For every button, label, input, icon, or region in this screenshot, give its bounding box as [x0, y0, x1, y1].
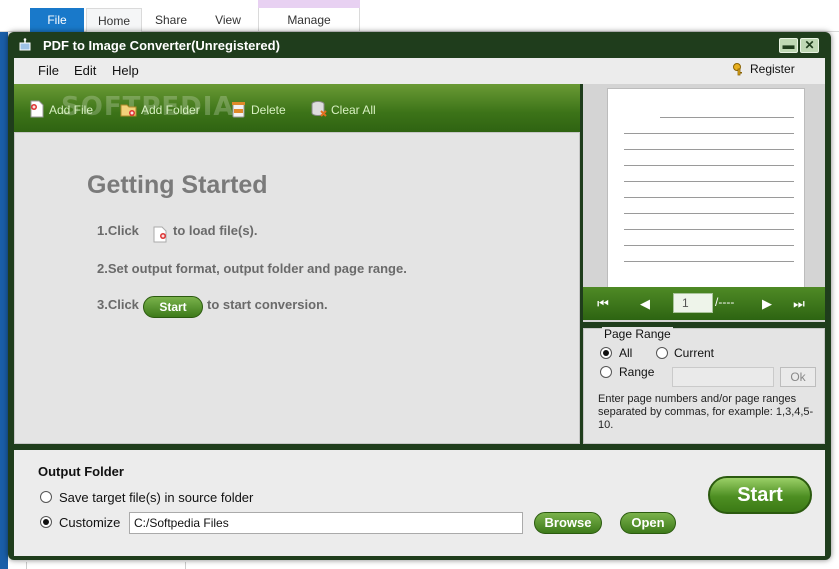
step1-prefix: 1.Click: [97, 223, 139, 238]
range-input[interactable]: [672, 367, 774, 387]
ribbon-tab-view[interactable]: View: [200, 8, 256, 32]
next-page-icon[interactable]: ▶: [759, 296, 775, 312]
start-button[interactable]: Start: [708, 476, 812, 514]
preview-line: [624, 149, 794, 150]
previous-page-icon[interactable]: ◀: [637, 296, 653, 312]
output-folder-section: Output Folder Save target file(s) in sou…: [14, 450, 825, 556]
delete-icon: [232, 102, 245, 118]
first-page-icon[interactable]: ⏮: [595, 296, 611, 312]
preview-line: [624, 181, 794, 182]
ribbon-tab-manage[interactable]: Manage: [258, 8, 360, 32]
window-title: PDF to Image Converter(Unregistered): [43, 38, 280, 53]
range-custom-label[interactable]: Range: [619, 365, 654, 379]
delete-button[interactable]: Delete: [230, 100, 286, 118]
page-number-input[interactable]: 1: [673, 293, 713, 313]
start-hint-button: Start: [143, 296, 203, 318]
app-icon: [19, 38, 31, 51]
step3-suffix: to start conversion.: [207, 297, 328, 312]
preview-line: [624, 133, 794, 134]
preview-line: [660, 117, 794, 118]
step2-text: 2.Set output format, output folder and p…: [97, 261, 407, 276]
range-all-label[interactable]: All: [619, 346, 632, 360]
preview-line: [624, 261, 794, 262]
key-icon: [733, 63, 742, 76]
preview-line: [624, 245, 794, 246]
add-file-label: Add File: [49, 103, 94, 117]
title-bar[interactable]: PDF to Image Converter(Unregistered) ▬ ✕: [8, 32, 831, 58]
output-path-input[interactable]: C:/Softpedia Files: [129, 512, 523, 534]
minimize-button[interactable]: ▬: [779, 38, 798, 53]
preview-line: [624, 213, 794, 214]
register-link[interactable]: Register: [732, 62, 795, 76]
preview-line: [624, 229, 794, 230]
add-folder-icon: [120, 104, 137, 117]
register-label: Register: [750, 62, 795, 76]
ribbon-tab-file[interactable]: File: [30, 8, 84, 32]
browse-button[interactable]: Browse: [534, 512, 602, 534]
page-preview: [607, 88, 805, 290]
save-source-radio[interactable]: [40, 491, 52, 503]
preview-line: [624, 197, 794, 198]
app-window: PDF to Image Converter(Unregistered) ▬ ✕…: [8, 32, 831, 560]
clear-all-button[interactable]: Clear All: [310, 100, 376, 118]
range-current-radio[interactable]: [656, 347, 668, 359]
add-folder-button[interactable]: Add Folder: [120, 100, 200, 118]
step3-prefix: 3.Click: [97, 297, 139, 312]
range-current-label[interactable]: Current: [674, 346, 714, 360]
add-file-button[interactable]: Add File: [28, 100, 93, 118]
page-total: /----: [715, 295, 735, 309]
page-range-legend: Page Range: [602, 327, 673, 341]
toolbar: SOFTPEDIA Add File Add Folder Delete Cle…: [14, 84, 580, 132]
add-folder-label: Add Folder: [141, 103, 200, 117]
clear-all-label: Clear All: [331, 103, 376, 117]
ribbon-tab-share[interactable]: Share: [142, 8, 200, 32]
add-file-hint-icon: [153, 226, 167, 243]
explorer-bottom-edge: [26, 562, 186, 569]
range-all-radio[interactable]: [600, 347, 612, 359]
delete-label: Delete: [251, 103, 286, 117]
ribbon-tab-home[interactable]: Home: [86, 8, 142, 32]
menu-file[interactable]: File: [38, 63, 59, 78]
add-file-icon: [30, 100, 44, 118]
manage-context-strip: [258, 0, 360, 8]
customize-label[interactable]: Customize: [59, 515, 120, 530]
page-navigation: ⏮ ◀ 1 /---- ▶ ⏭: [583, 287, 825, 320]
save-source-label[interactable]: Save target file(s) in source folder: [59, 490, 253, 505]
menu-help[interactable]: Help: [112, 63, 139, 78]
open-button[interactable]: Open: [620, 512, 676, 534]
customize-radio[interactable]: [40, 516, 52, 528]
getting-started-title: Getting Started: [87, 171, 268, 199]
clear-all-icon: [311, 101, 327, 117]
menu-bar: File Edit Help Register: [14, 58, 825, 84]
menu-edit[interactable]: Edit: [74, 63, 96, 78]
file-list-area[interactable]: Getting Started 1.Click to load file(s).…: [14, 132, 580, 444]
range-help-text: Enter page numbers and/or page ranges se…: [598, 393, 814, 431]
page-range-group: Page Range All Current Range Ok Enter pa…: [583, 327, 825, 444]
output-folder-title: Output Folder: [38, 464, 124, 479]
desktop-edge: [0, 32, 8, 569]
range-custom-radio[interactable]: [600, 366, 612, 378]
preview-line: [624, 165, 794, 166]
explorer-ribbon: File Home Share View Manage: [0, 0, 839, 32]
close-button[interactable]: ✕: [800, 38, 819, 53]
step1-suffix: to load file(s).: [173, 223, 258, 238]
last-page-icon[interactable]: ⏭: [791, 296, 807, 312]
range-ok-button[interactable]: Ok: [780, 367, 816, 387]
